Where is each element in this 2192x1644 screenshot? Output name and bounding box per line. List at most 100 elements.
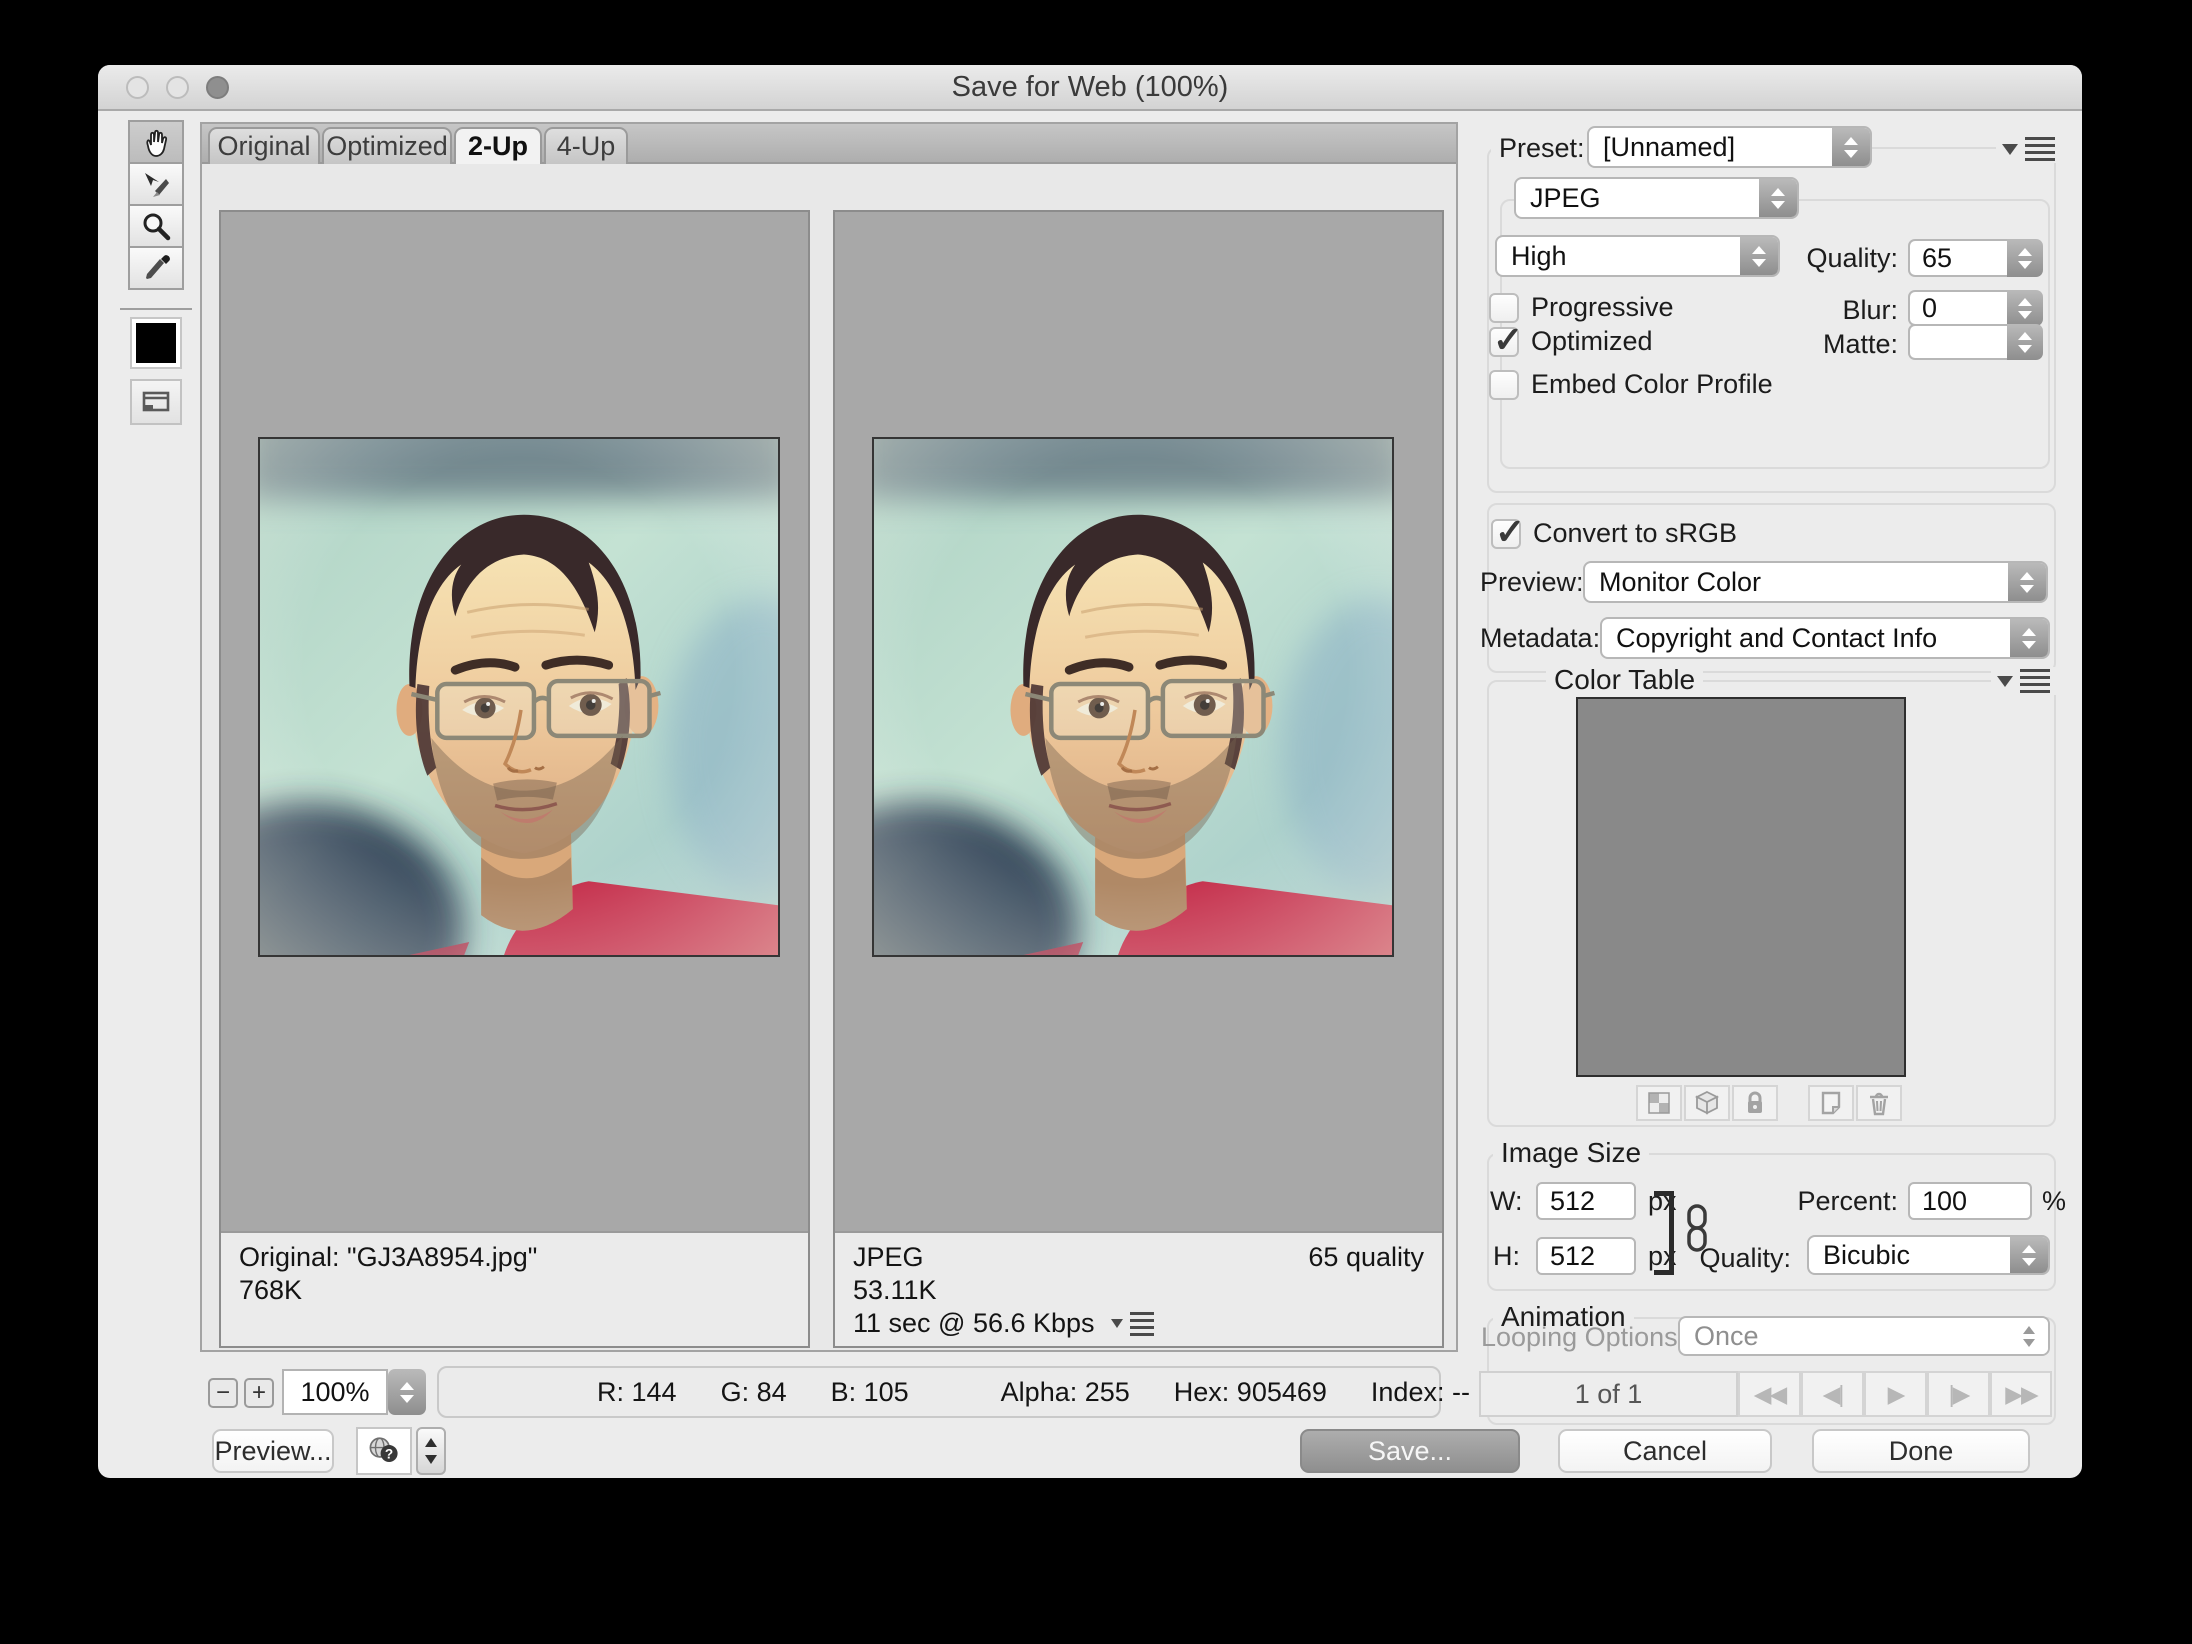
matte-label: Matte: [1738, 327, 1898, 361]
lock-color-button[interactable] [1732, 1085, 1778, 1121]
progressive-label: Progressive [1531, 292, 1674, 323]
slice-select-icon [139, 168, 173, 202]
play-button[interactable]: ▶ [1864, 1371, 1927, 1417]
optimized-row: ✓ Optimized [1489, 326, 1653, 357]
toggle-slices-visibility-button[interactable] [130, 379, 182, 425]
height-field[interactable]: 512 [1536, 1237, 1636, 1275]
first-frame-button[interactable]: ◀◀ [1738, 1371, 1801, 1417]
resample-quality-dropdown[interactable]: Bicubic [1807, 1235, 2050, 1275]
preset-dropdown[interactable]: [Unnamed] [1587, 126, 1872, 168]
resample-quality-stepper [2010, 1237, 2048, 1273]
save-for-web-dialog: Save for Web (100%) [98, 65, 2082, 1478]
optimized-download-time: 11 sec @ 56.6 Kbps [853, 1307, 1095, 1340]
color-table-menu-icon[interactable] [1991, 667, 2056, 695]
original-filesize: 768K [239, 1274, 790, 1307]
tab-optimized[interactable]: Optimized [322, 127, 452, 164]
preview-in-browser-button[interactable]: Preview... [212, 1429, 334, 1473]
select-browser-button[interactable]: ? [356, 1427, 412, 1475]
tab-4up[interactable]: 4-Up [544, 127, 628, 164]
frame-counter: 1 of 1 [1479, 1371, 1738, 1417]
convert-srgb-check: ✓ [1495, 511, 1525, 553]
cancel-button[interactable]: Cancel [1558, 1429, 1772, 1473]
next-frame-button[interactable]: |▶ [1927, 1371, 1990, 1417]
web-shift-button[interactable] [1684, 1085, 1730, 1121]
convert-srgb-checkbox[interactable]: ✓ [1491, 519, 1521, 549]
preset-value: [Unnamed] [1589, 128, 1832, 166]
quality-value[interactable]: 65 [1908, 239, 2007, 277]
preview-container: Original Optimized 2-Up 4-Up Original: "… [200, 122, 1458, 1352]
index-readout: Index: -- [1371, 1377, 1470, 1408]
embed-profile-label: Embed Color Profile [1531, 369, 1773, 400]
metadata-value: Copyright and Contact Info [1602, 619, 2010, 657]
embed-profile-checkbox[interactable] [1489, 370, 1519, 400]
color-table-swatch-area[interactable] [1576, 697, 1906, 1077]
tab-2up[interactable]: 2-Up [454, 127, 542, 164]
new-color-button[interactable] [1808, 1085, 1854, 1121]
optimized-label: Optimized [1531, 326, 1653, 357]
metadata-label: Metadata: [1480, 621, 1600, 655]
width-field[interactable]: 512 [1536, 1182, 1636, 1220]
zoom-in-button[interactable]: + [244, 1378, 274, 1408]
metadata-dropdown[interactable]: Copyright and Contact Info [1600, 617, 2050, 659]
previous-frame-button[interactable]: ◀| [1801, 1371, 1864, 1417]
last-frame-button[interactable]: ▶▶ [1990, 1371, 2052, 1417]
percent-field[interactable]: 100 [1908, 1182, 2032, 1220]
delete-color-button[interactable] [1856, 1085, 1902, 1121]
save-button[interactable]: Save... [1300, 1429, 1520, 1473]
green-readout: G: 84 [721, 1377, 787, 1408]
zoom-out-button[interactable]: − [208, 1378, 238, 1408]
transparency-button[interactable] [1636, 1085, 1682, 1121]
resample-quality-value: Bicubic [1809, 1237, 2010, 1273]
blur-label: Blur: [1738, 293, 1898, 327]
resample-quality-label: Quality: [1631, 1241, 1791, 1275]
color-table-title: Color Table [1546, 663, 1703, 697]
preview-dropdown[interactable]: Monitor Color [1583, 561, 2048, 603]
metadata-stepper [2010, 619, 2048, 657]
download-rate-menu-icon[interactable] [1111, 1312, 1154, 1336]
tab-original[interactable]: Original [208, 127, 320, 164]
original-preview-image[interactable] [258, 437, 780, 957]
blur-value[interactable]: 0 [1908, 290, 2007, 326]
height-label: H: [1493, 1239, 1520, 1273]
title-bar[interactable]: Save for Web (100%) [98, 65, 2082, 111]
quality-stepper[interactable] [2007, 239, 2043, 277]
color-readout-bar: R: 144 G: 84 B: 105 Alpha: 255 Hex: 9054… [437, 1366, 1441, 1418]
image-size-title: Image Size [1493, 1136, 1649, 1170]
quality-field[interactable]: 65 [1908, 239, 2043, 277]
preset-stepper [1832, 128, 1870, 166]
optimized-preview-image[interactable] [872, 437, 1394, 957]
optimized-quality: 65 quality [1308, 1241, 1424, 1274]
preset-label: Preset: [1491, 131, 1593, 165]
preset-menu-icon[interactable] [1996, 135, 2061, 163]
matte-stepper[interactable] [2007, 324, 2043, 360]
window-title: Save for Web (100%) [98, 65, 2082, 111]
hand-tool-button[interactable] [128, 120, 184, 164]
trash-icon [1864, 1088, 1894, 1118]
matte-field[interactable] [1908, 324, 2043, 360]
format-stepper [1759, 179, 1797, 217]
zoom-level-field[interactable]: 100% [282, 1369, 388, 1415]
matte-value[interactable] [1908, 324, 2007, 360]
svg-text:?: ? [385, 1447, 393, 1462]
preview-stepper [2008, 563, 2046, 601]
embed-profile-row: Embed Color Profile [1489, 369, 1773, 400]
compression-value: High [1497, 237, 1740, 275]
checkerboard-icon [1644, 1088, 1674, 1118]
done-button[interactable]: Done [1812, 1429, 2030, 1473]
percent-unit: % [2042, 1184, 2066, 1218]
eyedropper-color-swatch[interactable] [130, 317, 182, 369]
optimized-checkbox[interactable]: ✓ [1489, 327, 1519, 357]
blur-field[interactable]: 0 [1908, 290, 2043, 326]
zoom-tool-button[interactable] [128, 204, 184, 248]
blur-stepper[interactable] [2007, 290, 2043, 326]
eyedropper-tool-button[interactable] [128, 246, 184, 290]
looping-options-dropdown[interactable]: Once [1678, 1316, 2050, 1356]
browser-list-stepper[interactable] [416, 1427, 446, 1475]
looping-options-value: Once [1680, 1318, 2010, 1354]
preview-tabstrip: Original Optimized 2-Up 4-Up [202, 124, 1456, 164]
slice-select-tool-button[interactable] [128, 162, 184, 206]
looping-options-label: Looping Options: [1481, 1320, 1685, 1354]
zoom-level-stepper[interactable] [388, 1369, 426, 1415]
optimized-check: ✓ [1493, 319, 1523, 361]
format-dropdown[interactable]: JPEG [1514, 177, 1799, 219]
